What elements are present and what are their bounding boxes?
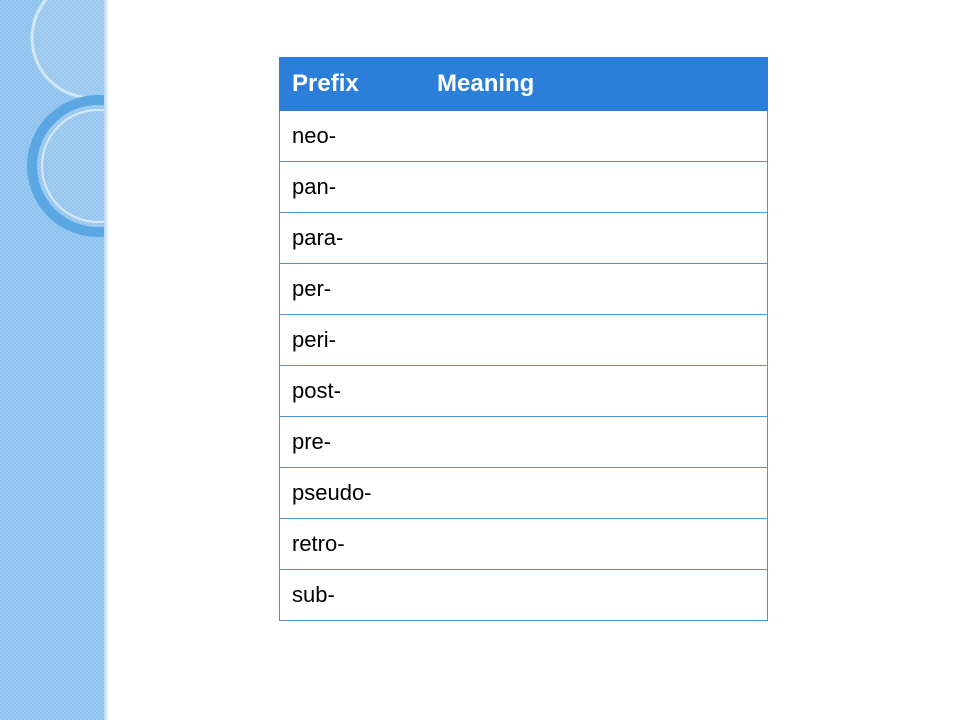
decorative-circle-top (30, 0, 104, 100)
prefix-cell: para- (279, 212, 425, 264)
meaning-cell (424, 110, 768, 162)
prefix-cell: post- (279, 365, 425, 417)
meaning-cell (424, 416, 768, 468)
meaning-cell (424, 569, 768, 621)
meaning-cell (424, 365, 768, 417)
prefix-cell: sub- (279, 569, 425, 621)
meaning-cell (424, 263, 768, 315)
table-row: pseudo- (279, 467, 768, 519)
prefix-cell: retro- (279, 518, 425, 570)
slide-sidebar (0, 0, 104, 720)
table-row: per- (279, 263, 768, 315)
decorative-circles (27, 0, 104, 237)
prefix-cell: pan- (279, 161, 425, 213)
meaning-cell (424, 212, 768, 264)
prefix-table: Prefix Meaning neo-pan-para-per-peri-pos… (279, 57, 768, 621)
table-row: peri- (279, 314, 768, 366)
sidebar-edge (104, 0, 108, 720)
header-meaning: Meaning (424, 57, 768, 111)
prefix-cell: pre- (279, 416, 425, 468)
meaning-cell (424, 518, 768, 570)
table-row: sub- (279, 569, 768, 621)
prefix-cell: pseudo- (279, 467, 425, 519)
prefix-cell: peri- (279, 314, 425, 366)
prefix-cell: neo- (279, 110, 425, 162)
meaning-cell (424, 161, 768, 213)
prefix-cell: per- (279, 263, 425, 315)
meaning-cell (424, 314, 768, 366)
table-row: retro- (279, 518, 768, 570)
table-row: pre- (279, 416, 768, 468)
table-row: pan- (279, 161, 768, 213)
header-prefix: Prefix (279, 57, 425, 111)
table-row: neo- (279, 110, 768, 162)
table-row: para- (279, 212, 768, 264)
table-row: post- (279, 365, 768, 417)
table-body: neo-pan-para-per-peri-post-pre-pseudo-re… (279, 110, 768, 621)
table-header-row: Prefix Meaning (279, 57, 768, 111)
meaning-cell (424, 467, 768, 519)
